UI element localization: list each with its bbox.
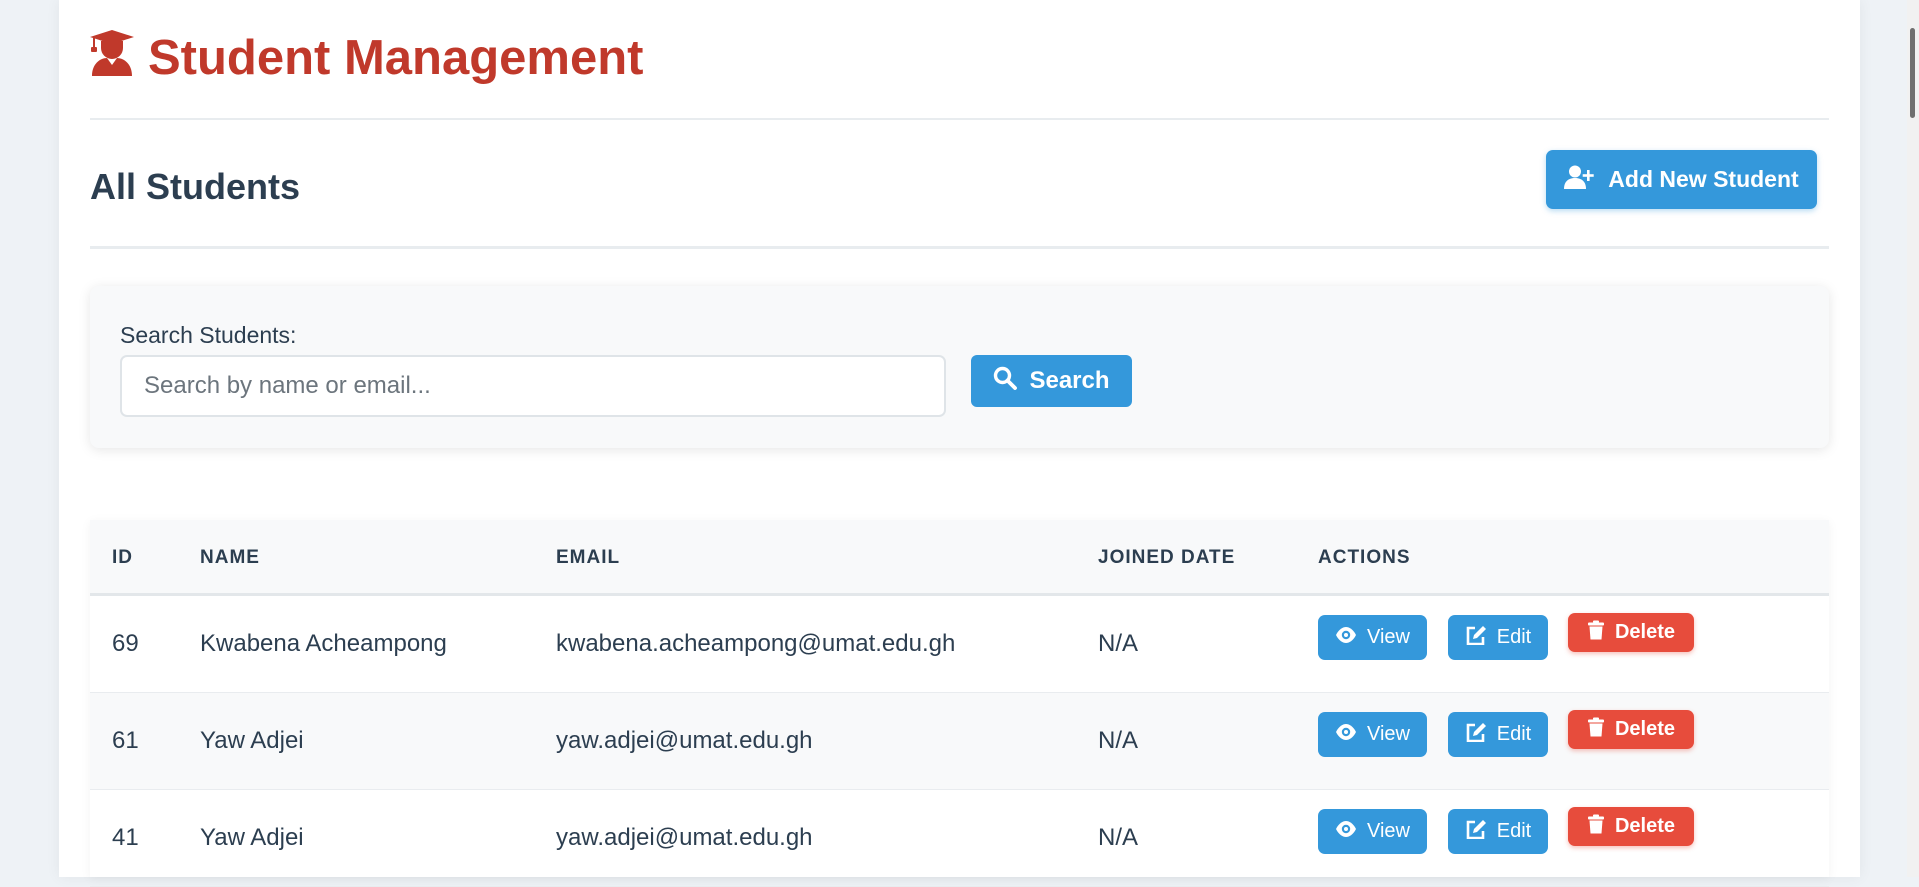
search-card: Search Students: Search bbox=[90, 286, 1829, 448]
search-button[interactable]: Search bbox=[971, 355, 1132, 407]
cell-email: yaw.adjei@umat.edu.gh bbox=[556, 824, 813, 851]
edit-icon bbox=[1465, 625, 1487, 651]
edit-button[interactable]: Edit bbox=[1448, 809, 1548, 854]
vertical-scrollbar[interactable] bbox=[1907, 0, 1919, 877]
search-icon bbox=[993, 366, 1018, 397]
view-button-label: View bbox=[1367, 626, 1410, 648]
cell-name: Yaw Adjei bbox=[200, 727, 304, 754]
edit-button-label: Edit bbox=[1496, 820, 1532, 842]
edit-icon bbox=[1465, 722, 1487, 748]
table-header: ID NAME EMAIL JOINED DATE ACTIONS bbox=[90, 520, 1829, 596]
trash-icon bbox=[1587, 620, 1605, 646]
edit-icon bbox=[1465, 819, 1487, 845]
trash-icon bbox=[1587, 814, 1605, 840]
column-header-id: ID bbox=[112, 547, 133, 568]
view-button-label: View bbox=[1367, 820, 1410, 842]
view-button-label: View bbox=[1367, 723, 1410, 745]
cell-email: yaw.adjei@umat.edu.gh bbox=[556, 727, 813, 754]
view-button[interactable]: View bbox=[1318, 615, 1427, 660]
students-table: ID NAME EMAIL JOINED DATE ACTIONS 69 Kwa… bbox=[90, 520, 1829, 887]
content-area: Student Management All Students Add New … bbox=[90, 0, 1829, 887]
edit-button[interactable]: Edit bbox=[1448, 615, 1548, 660]
column-header-actions: ACTIONS bbox=[1318, 547, 1411, 568]
app-title-text: Student Management bbox=[148, 31, 644, 85]
cell-joined-date: N/A bbox=[1098, 727, 1139, 754]
app-header: Student Management bbox=[90, 0, 1829, 120]
view-button[interactable]: View bbox=[1318, 809, 1427, 854]
delete-button[interactable]: Delete bbox=[1568, 613, 1694, 652]
table-row: 69 Kwabena Acheampong kwabena.acheampong… bbox=[90, 596, 1829, 693]
table-row: 41 Yaw Adjei yaw.adjei@umat.edu.gh N/A V… bbox=[90, 790, 1829, 887]
scrollbar-thumb[interactable] bbox=[1910, 28, 1915, 118]
search-label: Search Students: bbox=[120, 322, 297, 348]
delete-button[interactable]: Delete bbox=[1568, 807, 1694, 846]
user-plus-icon bbox=[1564, 165, 1594, 195]
add-new-student-button[interactable]: Add New Student bbox=[1546, 150, 1817, 209]
table-row: 61 Yaw Adjei yaw.adjei@umat.edu.gh N/A V… bbox=[90, 693, 1829, 790]
column-header-email: EMAIL bbox=[556, 547, 621, 568]
edit-button-label: Edit bbox=[1496, 723, 1532, 745]
search-button-label: Search bbox=[1029, 367, 1110, 394]
cell-id: 69 bbox=[112, 630, 139, 657]
edit-button-label: Edit bbox=[1496, 626, 1532, 648]
eye-icon bbox=[1335, 819, 1357, 845]
cell-joined-date: N/A bbox=[1098, 824, 1139, 851]
delete-button[interactable]: Delete bbox=[1568, 710, 1694, 749]
cell-joined-date: N/A bbox=[1098, 630, 1139, 657]
cell-id: 61 bbox=[112, 727, 139, 754]
delete-button-label: Delete bbox=[1614, 718, 1676, 740]
app-title: Student Management bbox=[90, 28, 643, 88]
trash-icon bbox=[1587, 717, 1605, 743]
cell-email: kwabena.acheampong@umat.edu.gh bbox=[556, 630, 956, 657]
page-container: Student Management All Students Add New … bbox=[59, 0, 1860, 887]
cell-name: Yaw Adjei bbox=[200, 824, 304, 851]
edit-button[interactable]: Edit bbox=[1448, 712, 1548, 757]
column-header-joined-date: JOINED DATE bbox=[1098, 547, 1236, 568]
cell-name: Kwabena Acheampong bbox=[200, 630, 447, 657]
delete-button-label: Delete bbox=[1614, 815, 1676, 837]
section-header: All Students Add New Student bbox=[90, 120, 1829, 249]
user-graduate-icon bbox=[90, 28, 134, 88]
page-title: All Students bbox=[90, 166, 301, 207]
add-new-student-label: Add New Student bbox=[1608, 166, 1799, 192]
eye-icon bbox=[1335, 625, 1357, 651]
cell-id: 41 bbox=[112, 824, 139, 851]
delete-button-label: Delete bbox=[1614, 621, 1676, 643]
column-header-name: NAME bbox=[200, 547, 260, 568]
eye-icon bbox=[1335, 722, 1357, 748]
view-button[interactable]: View bbox=[1318, 712, 1427, 757]
search-input[interactable] bbox=[120, 355, 946, 417]
